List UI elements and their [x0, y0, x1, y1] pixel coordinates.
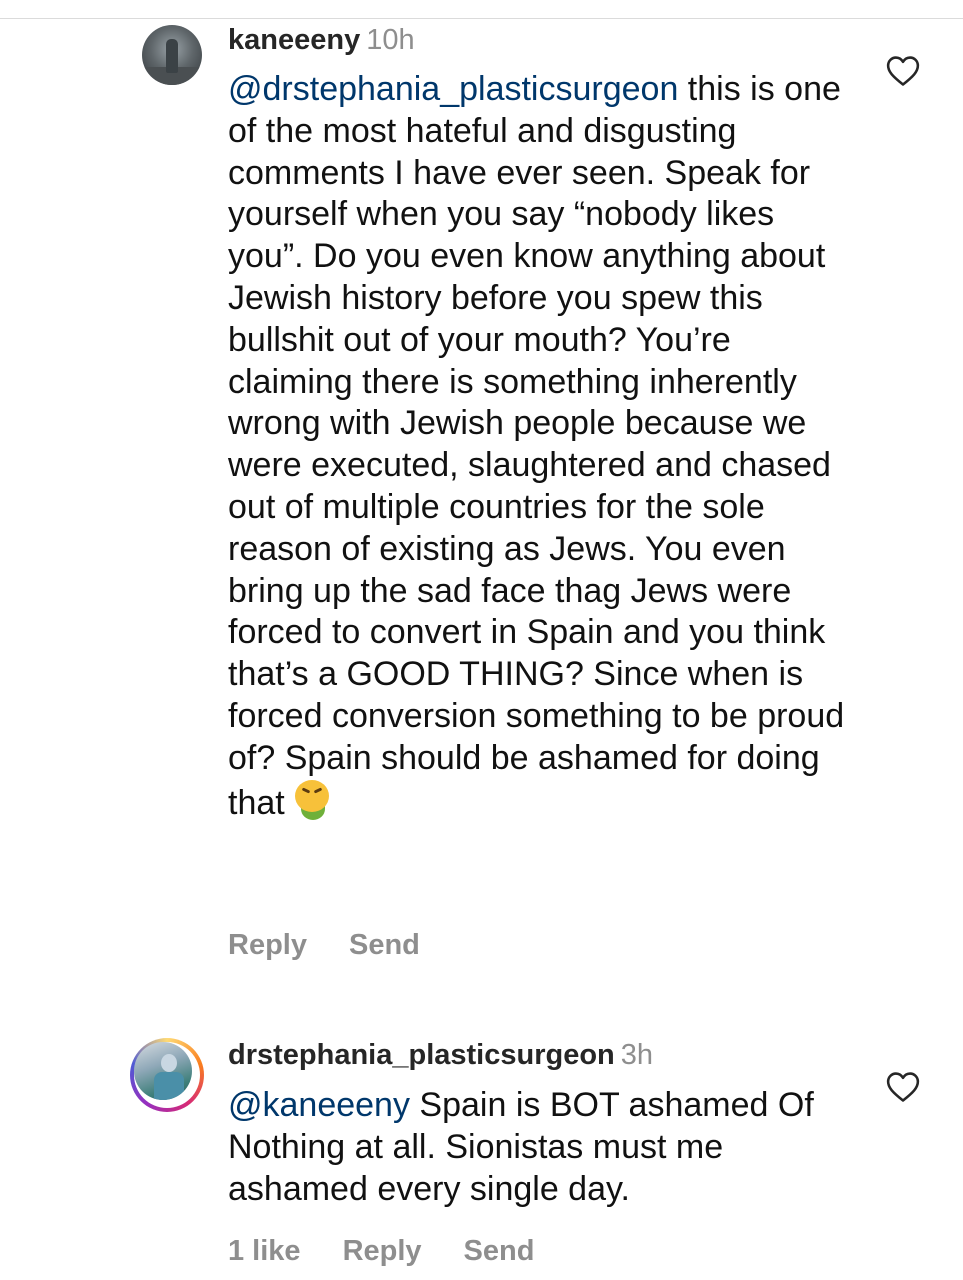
comment-username[interactable]: drstephania_plasticsurgeon	[228, 1039, 615, 1071]
comment-text: @drstephania_plasticsurgeon this is one …	[228, 69, 848, 824]
face-vomiting-emoji	[293, 779, 333, 820]
comment-timestamp: 10h	[366, 24, 415, 56]
comment-mention[interactable]: @drstephania_plasticsurgeon	[228, 70, 678, 108]
comment-actions: Reply Send	[228, 927, 462, 963]
comment-actions: 1 like Reply Send	[228, 1233, 576, 1269]
comment-header: kaneeeny 10h	[228, 22, 415, 58]
comment-timestamp: 3h	[620, 1039, 654, 1071]
top-divider	[0, 18, 963, 19]
comment-text: @kaneeeny Spain is BOT ashamed Of Nothin…	[228, 1085, 848, 1210]
heart-outline-icon[interactable]	[886, 1071, 920, 1103]
comment-username[interactable]: kaneeeny	[228, 24, 360, 56]
heart-outline-icon[interactable]	[886, 55, 920, 87]
comment-body: this is one of the most hateful and disg…	[228, 70, 845, 822]
send-button[interactable]: Send	[464, 1235, 535, 1267]
reply-button[interactable]: Reply	[228, 929, 307, 961]
comment-header: drstephania_plasticsurgeon 3h	[228, 1037, 653, 1073]
send-button[interactable]: Send	[349, 929, 420, 961]
avatar[interactable]	[134, 1042, 192, 1100]
likes-count[interactable]: 1 like	[228, 1235, 301, 1267]
comment-mention[interactable]: @kaneeeny	[228, 1086, 410, 1124]
reply-button[interactable]: Reply	[343, 1235, 422, 1267]
avatar[interactable]	[142, 25, 202, 85]
avatar-story-ring[interactable]	[130, 1038, 204, 1112]
